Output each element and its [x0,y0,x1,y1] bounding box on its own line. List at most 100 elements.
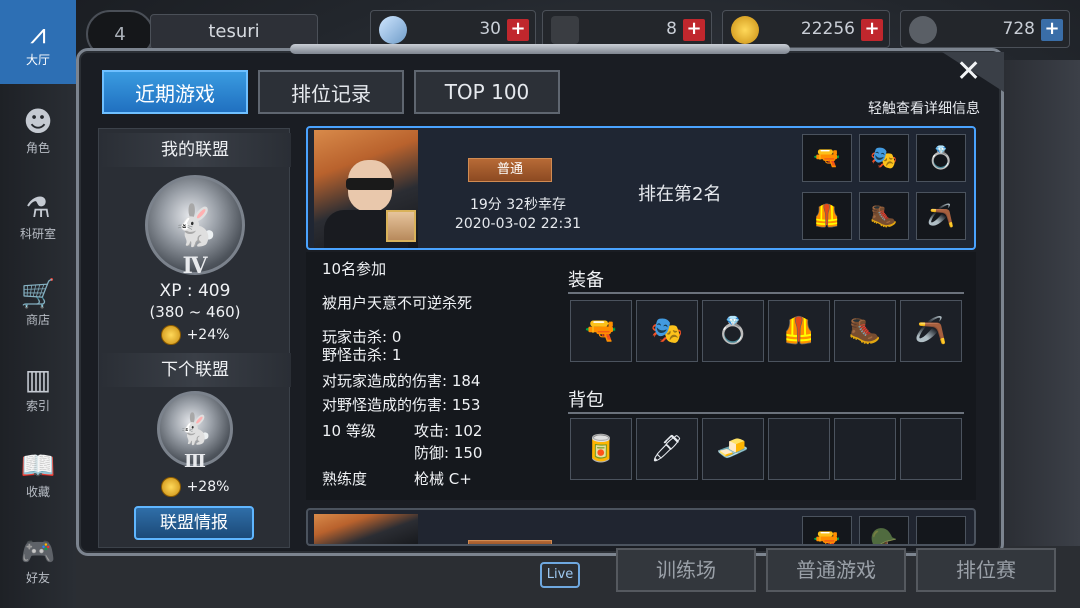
match-record[interactable]: 🔫 🪖 [306,508,976,546]
bullet-icon[interactable]: 🖊 [636,418,698,480]
next-league-bonus: +28% [99,477,291,497]
equipment-divider [568,292,964,294]
nav-item-lobby[interactable]: ⩘ 大厅 [0,0,76,84]
my-league-title: 我的联盟 [99,133,291,167]
empty-slot[interactable] [768,418,830,480]
next-league-title: 下个联盟 [99,353,291,387]
nav-item-character[interactable]: ☻ 角色 [0,88,76,172]
damage-to-players: 对玩家造成的伤害: 184 [322,372,481,390]
resource-crystal: 30 + [370,10,536,48]
mask-icon: 🎭 [859,134,909,182]
pistol-icon[interactable]: 🔫 [570,300,632,362]
mask-icon[interactable]: 🎭 [636,300,698,362]
index-books-icon: ▥ [24,362,52,396]
nav-item-index[interactable]: ▥ 索引 [0,346,76,430]
skin-mini-icon [386,210,416,242]
pistol-icon: 🔫 [802,516,852,544]
shop-cart-icon: 🛒 [20,276,56,310]
background-right-panel [1000,60,1080,608]
character-icon: ☻ [23,104,53,138]
resource-ticket: 8 + [542,10,712,48]
final-rank: 排在第2名 [638,184,722,205]
monster-kills: 野怪击杀: 1 [322,346,402,364]
bonus-value: +28% [186,479,230,495]
rabbit-emblem-icon: 🐇 [176,411,214,447]
tab-recent-games[interactable]: 近期游戏 [102,70,248,114]
death-cause: 被用户天意不可逆杀死 [322,294,473,312]
attack-stat: 攻击: 102 [414,422,483,440]
nav-item-lab[interactable]: ⚗ 科研室 [0,174,76,258]
ring-icon[interactable]: 💍 [702,300,764,362]
backpack-title: 背包 [568,390,604,411]
normal-game-button[interactable]: 普通游戏 [766,548,906,592]
close-icon[interactable]: ✕ [956,54,981,89]
empty-slot[interactable] [834,418,896,480]
lobby-icon: ⩘ [30,16,46,50]
resource-bp: 728 + [900,10,1070,48]
proficiency-value: 枪械 C+ [414,470,472,488]
xp-value: XP : 409 [159,281,231,301]
gold-coin-icon [160,477,181,497]
racket-icon[interactable]: 🪃 [900,300,962,362]
portrait-glasses [346,178,394,190]
match-detail-panel: 10名参加 被用户天意不可逆杀死 玩家击杀: 0 野怪击杀: 1 对玩家造成的伤… [306,252,976,500]
boots-icon[interactable]: 🥾 [834,300,896,362]
racket-icon: 🪃 [916,192,966,240]
proficiency-label: 熟练度 [322,470,368,488]
tab-top-100[interactable]: TOP 100 [414,70,560,114]
equipment-title: 装备 [568,270,604,291]
armor-icon[interactable]: 🦺 [768,300,830,362]
training-button[interactable]: 训练场 [616,548,756,592]
add-ticket-button[interactable]: + [683,19,705,41]
crystal-icon [379,16,407,44]
nav-label: 大厅 [25,52,50,67]
helmet-icon: 🪖 [859,516,909,544]
item-slot [916,516,966,544]
match-record[interactable]: 普通 19分 32秒幸存 2020-03-02 22:31 排在第2名 🔫 🎭 … [306,126,976,250]
backpack-divider [568,412,964,414]
rabbit-emblem-icon: 🐇 [170,202,220,249]
mode-badge [468,540,552,544]
tab-ranked-records[interactable]: 排位记录 [258,70,404,114]
xp-range: (380 ~ 460) [149,303,241,321]
league-info-button[interactable]: 联盟情报 [134,506,254,540]
resource-value: 22256 [800,19,855,39]
ticket-icon [551,16,579,44]
dialog-top-handle [290,44,790,54]
nav-item-shop[interactable]: 🛒 商店 [0,260,76,344]
live-button[interactable]: Live [540,562,580,588]
ring-icon: 💍 [916,134,966,182]
damage-to-monsters: 对野怪造成的伤害: 153 [322,396,481,414]
resource-gold: 22256 + [722,10,890,48]
pistol-icon: 🔫 [802,134,852,182]
gold-bar-icon[interactable]: 🧈 [702,418,764,480]
match-datetime: 2020-03-02 22:31 [454,216,582,232]
nav-item-friends[interactable]: 🎮 好友 [0,518,76,602]
collection-book-icon: 📖 [20,448,56,482]
can-icon[interactable]: 🥫 [570,418,632,480]
nav-label: 好友 [25,570,50,585]
character-level: 10 等级 [322,422,376,440]
add-bp-button[interactable]: + [1041,19,1063,41]
armor-icon: 🦺 [802,192,852,240]
add-gold-button[interactable]: + [861,19,883,41]
character-portrait [314,514,418,544]
resource-value: 728 [1002,19,1035,39]
empty-slot[interactable] [900,418,962,480]
resource-value: 30 [479,19,501,39]
survival-time: 19分 32秒幸存 [469,197,567,213]
add-crystal-button[interactable]: + [507,19,529,41]
defense-stat: 防御: 150 [414,444,483,462]
lab-flask-icon: ⚗ [25,190,51,224]
boots-icon: 🥾 [859,192,909,240]
resource-value: 8 [666,19,677,39]
league-bonus: +24% [99,325,291,345]
ranked-button[interactable]: 排位赛 [916,548,1056,592]
nav-label: 索引 [25,398,50,413]
participants: 10名参加 [322,260,387,278]
league-tier: Ⅳ [182,253,208,279]
gold-coin-icon [160,325,181,345]
nav-item-collection[interactable]: 📖 收藏 [0,432,76,516]
nav-label: 科研室 [19,226,56,241]
mode-badge: 普通 [468,158,552,182]
